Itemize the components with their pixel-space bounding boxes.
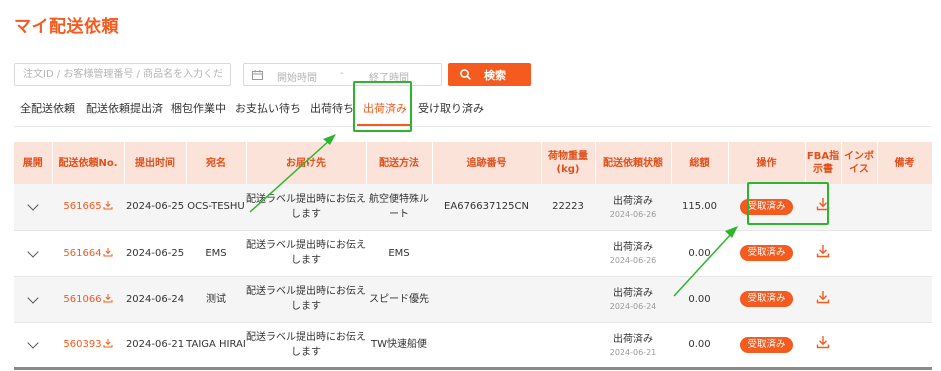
cell-weight bbox=[541, 230, 595, 277]
date-end-field[interactable]: 終了時間 bbox=[369, 69, 409, 84]
cell-status-date: 2024-06-21 bbox=[609, 347, 657, 357]
search-icon bbox=[460, 69, 471, 80]
page-title: マイ配送依頼 bbox=[14, 17, 119, 37]
cell-destination: 配送ラベル提出時にお伝えします bbox=[246, 322, 366, 370]
tabs-divider bbox=[14, 126, 932, 127]
cell-method: TW快速船便 bbox=[366, 322, 432, 370]
col-header-expand: 展開 bbox=[14, 142, 53, 184]
col-header-recipient: 宛名 bbox=[186, 142, 247, 184]
download-icon bbox=[103, 293, 113, 302]
cell-method: 航空便特殊ルート bbox=[366, 184, 432, 231]
tab-received[interactable]: 受け取り済み bbox=[418, 100, 484, 116]
tab-packing[interactable]: 梱包作業中 bbox=[171, 100, 226, 116]
col-header-method: 配送方法 bbox=[366, 142, 433, 184]
cell-submitted: 2024-06-25 bbox=[124, 230, 186, 277]
received-button[interactable]: 受取済み bbox=[740, 336, 793, 353]
cell-tracking bbox=[432, 230, 541, 277]
cell-total: 0.00 bbox=[671, 322, 728, 370]
tab-all[interactable]: 全配送依頼 bbox=[20, 100, 75, 116]
table-header-row: 展開 配送依頼No. 提出时间 宛名 お届け先 配送方法 追跡番号 荷物重量(k… bbox=[14, 142, 933, 184]
download-icon bbox=[103, 247, 113, 256]
cell-recipient: 测试 bbox=[186, 276, 246, 323]
cell-destination: 配送ラベル提出時にお伝えします bbox=[246, 276, 366, 323]
table-row: 560393 2024-06-21 TAIGA HIRAI 配送ラベル提出時にお… bbox=[14, 322, 932, 370]
cell-weight bbox=[541, 322, 595, 370]
col-header-order-no: 配送依頼No. bbox=[52, 142, 125, 184]
date-range-picker[interactable]: 開始時間 - 終了時間 bbox=[243, 63, 442, 86]
col-header-total: 総額 bbox=[671, 142, 729, 184]
table-row: 561665 2024-06-25 OCS-TESHU 配送ラベル提出時にお伝え… bbox=[14, 184, 932, 231]
cell-weight bbox=[541, 276, 595, 323]
order-no-link[interactable]: 561664 bbox=[63, 247, 113, 259]
search-input[interactable] bbox=[14, 63, 231, 86]
cell-status-date: 2024-06-26 bbox=[609, 256, 657, 265]
tab-shipped[interactable]: 出荷済み bbox=[363, 100, 407, 116]
cell-status: 出荷済み bbox=[613, 333, 653, 345]
order-no-link[interactable]: 561066 bbox=[63, 293, 113, 305]
cell-total: 0.00 bbox=[671, 276, 728, 323]
search-button[interactable]: 検索 bbox=[448, 63, 531, 86]
cell-submitted: 2024-06-21 bbox=[124, 322, 186, 370]
chevron-down-icon[interactable] bbox=[27, 337, 39, 349]
download-icon[interactable] bbox=[816, 335, 830, 349]
order-no-link[interactable]: 560393 bbox=[63, 339, 113, 350]
cell-total: 115.00 bbox=[671, 184, 728, 231]
col-header-action: 操作 bbox=[728, 142, 806, 184]
tab-awaiting-shipment[interactable]: 出荷待ち bbox=[310, 100, 354, 116]
col-header-remarks: 備考 bbox=[877, 142, 933, 184]
cell-recipient: EMS bbox=[186, 230, 246, 277]
cell-status-date: 2024-06-24 bbox=[609, 302, 657, 311]
cell-destination: 配送ラベル提出時にお伝えします bbox=[246, 184, 366, 231]
cell-weight: 22223 bbox=[541, 184, 595, 231]
cell-total: 0.00 bbox=[671, 230, 728, 277]
table-row: 561664 2024-06-25 EMS 配送ラベル提出時にお伝えします EM… bbox=[14, 230, 932, 277]
received-button[interactable]: 受取済み bbox=[740, 291, 793, 307]
cell-tracking bbox=[432, 322, 541, 370]
col-header-fba: FBA指示書 bbox=[805, 142, 842, 184]
cell-recipient: TAIGA HIRAI bbox=[186, 322, 246, 370]
chevron-down-icon[interactable] bbox=[27, 245, 39, 258]
cell-status-date: 2024-06-26 bbox=[609, 209, 657, 219]
calendar-icon bbox=[252, 70, 263, 80]
col-header-destination: お届け先 bbox=[246, 142, 367, 184]
cell-destination: 配送ラベル提出時にお伝えします bbox=[246, 230, 366, 277]
col-header-invoice: インボイス bbox=[841, 142, 878, 184]
col-header-status: 配送依頼状態 bbox=[595, 142, 672, 184]
received-button[interactable]: 受取済み bbox=[740, 245, 793, 261]
table-row: 561066 2024-06-24 测试 配送ラベル提出時にお伝えします スピー… bbox=[14, 276, 932, 323]
col-header-tracking: 追跡番号 bbox=[432, 142, 542, 184]
cell-submitted: 2024-06-25 bbox=[124, 184, 186, 231]
cell-status: 出荷済み bbox=[613, 195, 653, 207]
received-button[interactable]: 受取済み bbox=[740, 198, 793, 215]
cell-method: EMS bbox=[366, 230, 432, 277]
download-icon[interactable] bbox=[816, 290, 830, 304]
chevron-down-icon[interactable] bbox=[27, 199, 39, 211]
cell-tracking: EA676637125CN bbox=[432, 184, 541, 231]
tab-awaiting-payment[interactable]: お支払い待ち bbox=[235, 100, 301, 116]
download-icon[interactable] bbox=[816, 244, 830, 258]
chevron-down-icon[interactable] bbox=[27, 291, 39, 304]
orders-table: 展開 配送依頼No. 提出时间 宛名 お届け先 配送方法 追跡番号 荷物重量(k… bbox=[14, 142, 933, 370]
cell-status: 出荷済み bbox=[613, 288, 653, 299]
date-separator: - bbox=[340, 68, 344, 79]
cell-method: スピード優先 bbox=[366, 276, 432, 323]
cell-tracking bbox=[432, 276, 541, 323]
col-header-weight: 荷物重量(kg) bbox=[541, 142, 596, 184]
order-no-link[interactable]: 561665 bbox=[63, 201, 113, 212]
cell-recipient: OCS-TESHU bbox=[186, 184, 246, 231]
status-tabs: 全配送依頼 配送依頼提出済 梱包作業中 お支払い待ち 出荷待ち 出荷済み 受け取… bbox=[0, 100, 941, 126]
download-icon bbox=[103, 339, 113, 348]
search-button-label: 検索 bbox=[484, 69, 506, 82]
date-start-field[interactable]: 開始時間 bbox=[277, 69, 317, 84]
col-header-submitted: 提出时间 bbox=[124, 142, 187, 184]
cell-submitted: 2024-06-24 bbox=[124, 276, 186, 323]
tab-submitted[interactable]: 配送依頼提出済 bbox=[86, 100, 163, 116]
download-icon bbox=[103, 201, 113, 210]
download-icon[interactable] bbox=[816, 197, 830, 211]
cell-status: 出荷済み bbox=[613, 242, 653, 253]
